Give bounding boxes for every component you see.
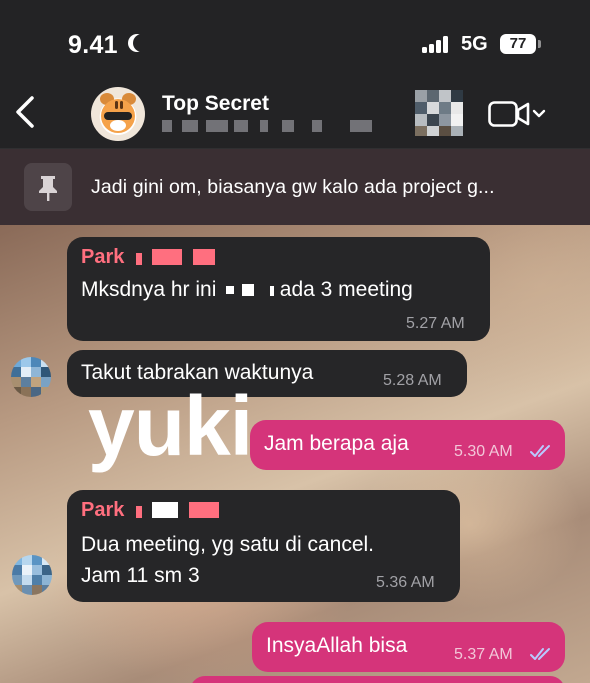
- moon-icon: [133, 34, 151, 52]
- message-text: Mksdnya hr ini ada 3 meeting: [81, 278, 413, 301]
- message-text-line: Jam 11 sm 3: [81, 564, 200, 587]
- pin-icon: [24, 163, 72, 211]
- sender-name: Park: [81, 499, 220, 522]
- sender-name: Park: [81, 246, 216, 269]
- message-bubble-incoming[interactable]: Park Mksdnya hr ini ada 3 meeting 5.27 A…: [67, 237, 490, 341]
- member-list-redacted: [162, 120, 382, 134]
- chevron-down-icon: [532, 109, 546, 118]
- double-check-icon: [530, 445, 550, 457]
- group-avatar[interactable]: [91, 87, 145, 141]
- message-text: InsyaAllah bisa: [266, 634, 408, 657]
- video-call-button[interactable]: [488, 100, 550, 128]
- message-time: 5.37 AM: [454, 646, 513, 663]
- signal-icon: [422, 35, 454, 53]
- pinned-message-text: Jadi gini om, biasanya gw kalo ada proje…: [91, 176, 495, 198]
- network-type: 5G: [461, 33, 488, 55]
- sender-avatar[interactable]: [12, 555, 52, 595]
- message-time: 5.27 AM: [406, 315, 465, 332]
- message-bubble-outgoing[interactable]: InsyaAllah bisa 5.37 AM: [252, 622, 565, 672]
- status-bar: 9.41 5G 77: [0, 0, 590, 78]
- chat-screen: 9.41 5G 77 Top Secret Jadi gini om, bias…: [0, 0, 590, 683]
- video-camera-icon: [488, 101, 546, 127]
- double-check-icon: [530, 648, 550, 660]
- message-time: 5.30 AM: [454, 443, 513, 460]
- pinned-message-bar[interactable]: Jadi gini om, biasanya gw kalo ada proje…: [0, 148, 590, 225]
- group-photo-thumbnail[interactable]: [415, 90, 463, 136]
- chat-title[interactable]: Top Secret: [162, 92, 269, 116]
- chevron-left-icon: [16, 96, 34, 128]
- sender-avatar[interactable]: [11, 357, 51, 397]
- message-text: Jam berapa aja: [264, 432, 409, 455]
- watermark-text: yuki: [88, 379, 253, 473]
- battery-icon: 77: [500, 34, 541, 54]
- message-time: 5.28 AM: [383, 372, 442, 389]
- status-time: 9.41: [68, 31, 118, 59]
- back-button[interactable]: [12, 94, 42, 130]
- message-time: 5.36 AM: [376, 574, 435, 591]
- message-bubble-outgoing[interactable]: Jam berapa aja 5.30 AM: [250, 420, 565, 470]
- message-text-line: Dua meeting, yg satu di cancel.: [81, 533, 374, 556]
- message-bubble-incoming[interactable]: Park Dua meeting, yg satu di cancel. Jam…: [67, 490, 460, 602]
- message-bubble-outgoing-partial[interactable]: [190, 676, 565, 683]
- chat-header: Top Secret: [0, 78, 590, 148]
